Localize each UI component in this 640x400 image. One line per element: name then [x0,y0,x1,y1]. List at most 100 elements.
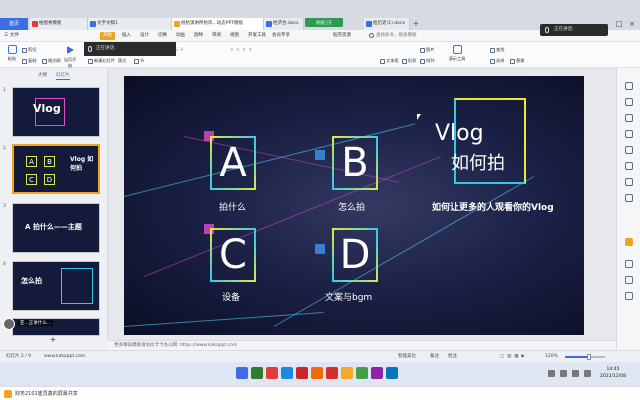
menu-view[interactable]: 视图 [230,30,239,42]
section-button[interactable]: 节 [134,56,144,65]
taskbar-app-icon[interactable] [326,367,338,379]
taskbar-app-icon[interactable] [371,367,383,379]
help-icon[interactable] [625,292,633,300]
maximize-button[interactable]: □ [613,18,625,30]
slide[interactable]: A 拍什么 B 怎么拍 C 设备 D 文案与bgm Vlog 如何拍 如何让更多… [124,76,584,335]
slide-thumb-1[interactable]: Vlog [12,87,100,137]
menu-review[interactable]: 审阅 [212,30,221,42]
shape-button[interactable]: 形状 [402,56,416,65]
paragraph-tools[interactable]: ≡ ≡ ≡ ≡ [230,45,252,54]
title-en[interactable]: Vlog [435,121,484,146]
properties-icon[interactable] [625,82,633,90]
paste-button[interactable]: 粘贴 [4,44,20,66]
tab-label: 给历史(1).docx [373,21,406,26]
tab-outline[interactable]: 大纲 [38,71,47,80]
transition-icon[interactable] [625,130,633,138]
close-button[interactable]: × [626,18,638,30]
label-b[interactable]: 怎么拍 [338,200,365,213]
select-button[interactable]: 选择 [490,56,504,65]
menu-insert[interactable]: 插入 [122,30,131,42]
layout-button[interactable]: 版式 [118,56,126,65]
add-slide-button[interactable]: + [48,335,58,345]
microphone-icon [545,27,549,33]
image-icon[interactable] [625,162,633,170]
tab-doc-2[interactable]: 文字文稿1 [88,18,172,30]
video-status-chip[interactable]: 视频已开 [305,18,343,27]
taskbar-app-icon[interactable] [266,367,278,379]
cut-button[interactable]: 剪切 [22,45,36,54]
letter-b[interactable]: B [332,136,378,190]
letter-c[interactable]: C [210,228,256,282]
wifi-icon[interactable] [572,370,579,377]
menu-animation[interactable]: 动画 [176,30,185,42]
taskbar-app-icon[interactable] [356,367,368,379]
title-cn[interactable]: 如何拍 [451,149,505,175]
taskbar-app-icon[interactable] [386,367,398,379]
zoom-handle[interactable] [587,354,591,360]
speaking-label: 正在讲话: [554,27,574,32]
new-slide-button[interactable]: 新建幻灯片 [88,56,115,65]
slide-thumb-2-selected[interactable]: A B C D Vlog 如何拍 [12,144,100,194]
tab-doc-3-active[interactable]: 抵抗演讲所抗风...动态PPT模板 [172,18,264,30]
picture-icon [420,47,425,53]
tray-icon[interactable] [560,370,567,377]
copy-button[interactable]: 复制 [22,56,36,65]
label-a[interactable]: 拍什么 [219,200,246,213]
taskbar-app-icon[interactable] [341,367,353,379]
zoom-slider[interactable] [565,354,605,360]
find-button[interactable]: 查找 [490,45,504,54]
volume-icon[interactable] [584,370,591,377]
assistant-icon[interactable] [625,238,633,246]
style-icon[interactable] [625,114,633,122]
taskbar-app-icon[interactable] [236,367,248,379]
share-icon[interactable] [625,260,633,268]
menu-home[interactable]: 开始 [100,32,115,40]
letter-d[interactable]: D [332,228,378,282]
tab-doc-4[interactable]: 经济合.docx [264,18,304,30]
menu-file[interactable]: 三 文件 [4,30,19,42]
label-d[interactable]: 文案与bgm [325,290,372,303]
clock[interactable]: 14:45 2022/12/08 [600,366,626,380]
notes-pane[interactable]: 更多精美模板请访问卡卡办公网: https://www.kakappt.com [108,340,616,350]
taskbar-app-icon[interactable] [296,367,308,379]
format-painter-button[interactable]: 格式刷 [42,56,61,65]
taskbar-app-icon[interactable] [251,367,263,379]
command-search[interactable]: 查找命令、搜索模板 [368,32,430,40]
shape-icon[interactable] [625,146,633,154]
tab-slides[interactable]: 幻灯片 [56,71,70,80]
right-tool-sidebar [616,68,640,350]
letter-a[interactable]: A [210,136,256,190]
writer-icon [90,21,96,27]
textbox-button[interactable]: 文本框 [380,56,399,65]
comment-icon[interactable] [625,276,633,284]
menu-member[interactable]: 会员专享 [272,30,290,42]
picture-button[interactable]: 图片 [420,45,434,54]
tab-doc-5[interactable]: 给历史(1).docx [364,18,410,30]
play-from-current-button[interactable]: 当页开始 [62,44,78,68]
slide-subtitle[interactable]: 如何让更多的人观看你的Vlog [432,200,554,213]
presentation-tools-button[interactable]: 演示工具 [446,44,468,66]
taskbar-app-icon[interactable] [281,367,293,379]
play-icon [66,46,74,54]
new-tab-button[interactable]: + [410,18,422,30]
menu-developer[interactable]: 开发工具 [248,30,266,42]
animation-icon[interactable] [625,98,633,106]
tray-icon[interactable] [548,370,555,377]
chart-icon[interactable] [625,178,633,186]
slide-thumb-4[interactable]: 怎么拍 [12,261,100,311]
menu-design[interactable]: 设计 [140,30,149,42]
menu-docer[interactable]: 稻壳资源 [333,30,351,42]
tab-home[interactable]: 首页 [0,18,28,30]
arrange-button[interactable]: 排列 [420,56,434,65]
slide-thumb-3[interactable]: A 拍什么——主题 [12,203,100,253]
gear-icon[interactable] [625,194,633,202]
label-c[interactable]: 设备 [222,290,240,303]
menu-transition[interactable]: 切换 [158,30,167,42]
taskbar-app-icon[interactable] [311,367,323,379]
replace-button[interactable]: 替换 [510,56,524,65]
new-slide-label: 新建幻灯片 [94,58,115,63]
paste-icon [7,45,17,54]
thumb-photo [61,268,93,304]
menu-slideshow[interactable]: 放映 [194,30,203,42]
tab-doc-1[interactable]: 柏图秀模板 [30,18,88,30]
